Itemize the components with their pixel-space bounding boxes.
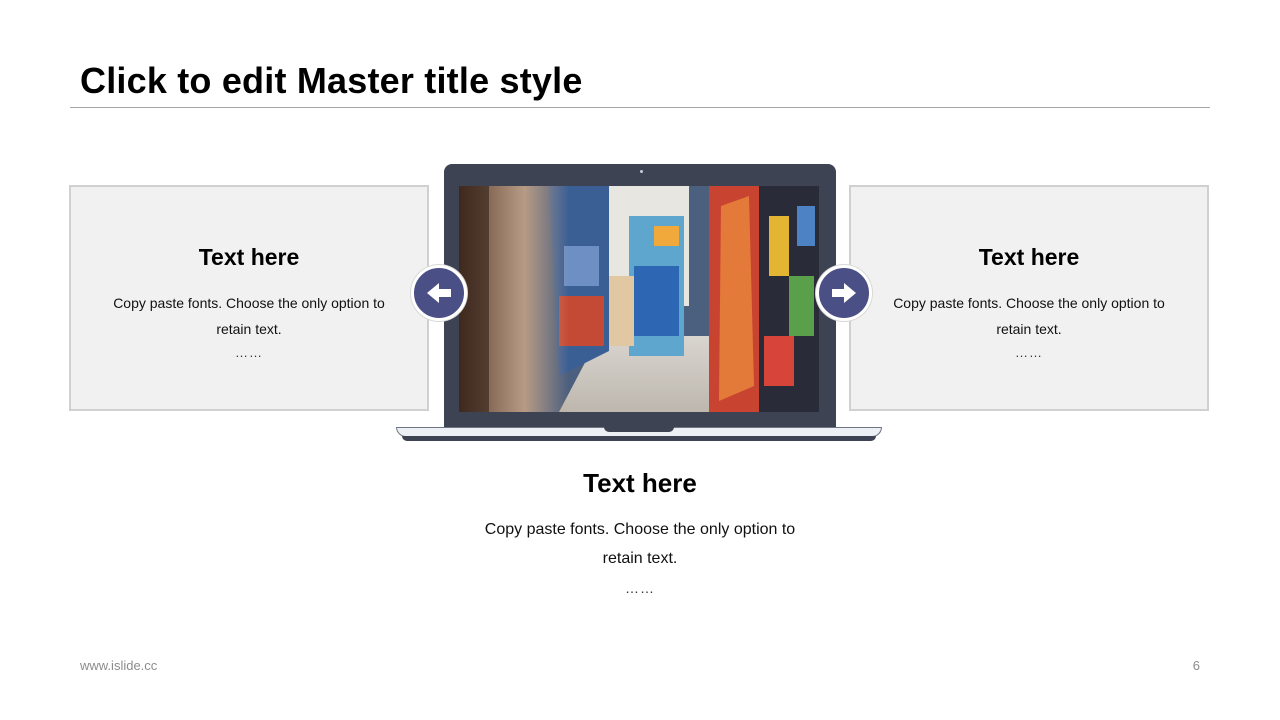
left-card-ellipsis: …… [235,345,263,360]
laptop-camera [640,170,643,173]
next-button[interactable] [816,265,872,321]
footer-url: www.islide.cc [80,658,158,673]
page-number: 6 [1192,658,1200,673]
right-text-card[interactable]: Text here Copy paste fonts. Choose the o… [849,185,1209,411]
laptop-base-edge [402,436,876,441]
right-card-ellipsis: …… [1015,345,1043,360]
right-card-body[interactable]: Copy paste fonts. Choose the only option… [881,290,1177,342]
left-card-body[interactable]: Copy paste fonts. Choose the only option… [101,290,397,342]
graffiti-alley-photo [459,186,819,412]
right-card-heading[interactable]: Text here [851,244,1207,271]
center-heading[interactable]: Text here [440,468,840,499]
arrow-right-icon [832,283,856,303]
arrow-left-icon [427,283,451,303]
laptop-notch [604,427,674,432]
title-divider [70,107,1210,108]
slide-title[interactable]: Click to edit Master title style [80,60,583,102]
laptop-screen-image[interactable] [459,186,819,412]
left-text-card[interactable]: Text here Copy paste fonts. Choose the o… [69,185,429,411]
laptop-screen-frame [444,164,836,428]
prev-button[interactable] [411,265,467,321]
center-ellipsis: …… [625,580,655,596]
center-body[interactable]: Copy paste fonts. Choose the only option… [470,515,810,573]
left-card-heading[interactable]: Text here [71,244,427,271]
